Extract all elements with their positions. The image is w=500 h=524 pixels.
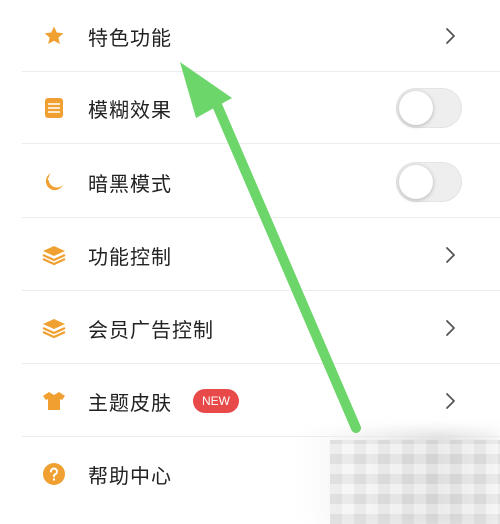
question-icon [40, 460, 68, 488]
settings-item-theme-skin[interactable]: 主题皮肤 NEW [0, 365, 500, 437]
settings-item-dark-mode: 暗黑模式 [0, 146, 500, 218]
settings-item-label: 会员广告控制 [88, 317, 214, 342]
divider [22, 363, 500, 364]
settings-item-featured[interactable]: 特色功能 [0, 0, 500, 72]
moon-icon [40, 168, 68, 196]
chevron-right-icon [444, 318, 458, 338]
settings-item-label: 主题皮肤 [88, 390, 172, 415]
settings-item-label: 特色功能 [88, 25, 172, 50]
settings-item-label: 功能控制 [88, 244, 172, 269]
settings-item-blur-effect: 模糊效果 [0, 72, 500, 144]
settings-item-label: 模糊效果 [88, 97, 172, 122]
toggle-knob [399, 91, 433, 125]
chevron-right-icon [444, 26, 458, 46]
new-badge: NEW [193, 389, 239, 413]
chevron-right-icon [444, 391, 458, 411]
divider [22, 217, 500, 218]
tshirt-icon [40, 387, 68, 415]
dark-mode-toggle[interactable] [396, 162, 462, 202]
settings-item-member-ad-control[interactable]: 会员广告控制 [0, 292, 500, 364]
pixelated-watermark-area [330, 440, 500, 524]
divider [22, 143, 500, 144]
divider [22, 290, 500, 291]
blur-effect-toggle[interactable] [396, 88, 462, 128]
layers-stack-icon [40, 94, 68, 122]
toggle-knob [399, 165, 433, 199]
settings-item-label: 暗黑模式 [88, 171, 172, 196]
stacked-layers-icon [40, 314, 68, 342]
stacked-layers-icon [40, 241, 68, 269]
settings-item-feature-control[interactable]: 功能控制 [0, 219, 500, 291]
chevron-right-icon [444, 245, 458, 265]
settings-item-label: 帮助中心 [88, 463, 172, 488]
star-icon [40, 22, 68, 50]
